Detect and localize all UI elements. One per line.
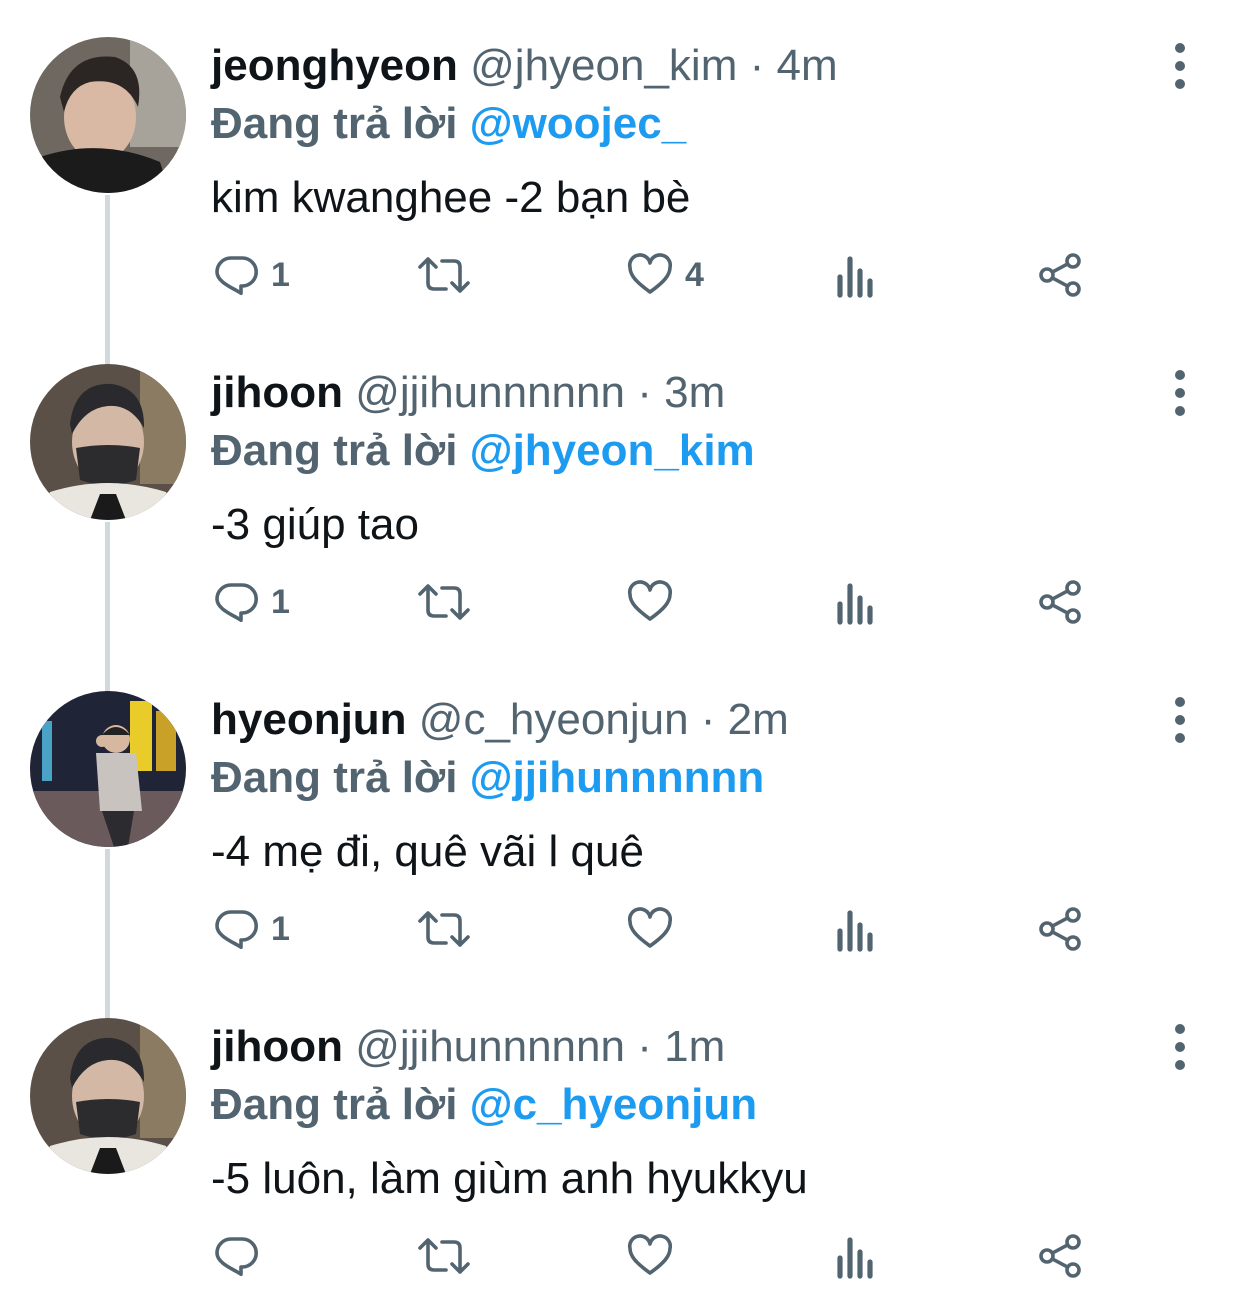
replying-to-label: Đang trả lời (211, 753, 458, 802)
tweet-actions: 1 4 (0, 235, 1242, 315)
views-icon (837, 910, 873, 952)
user-handle[interactable]: @jjihunnnnnn (355, 368, 625, 417)
replying-to: Đang trả lời @jhyeon_kim (211, 421, 755, 481)
retweet-button[interactable] (416, 235, 482, 315)
tweet-text: -3 giúp tao (211, 500, 419, 549)
more-vertical-icon[interactable] (1160, 1021, 1200, 1073)
like-button[interactable] (625, 1216, 685, 1296)
share-icon (1039, 907, 1081, 951)
heart-icon (627, 253, 673, 294)
heart-icon (627, 1234, 673, 1275)
avatar[interactable] (30, 1018, 186, 1174)
tweet-header: jihoon @jjihunnnnnn · 1m (211, 1017, 725, 1077)
avatar[interactable] (30, 364, 186, 520)
views-button[interactable] (834, 235, 878, 315)
retweet-icon (418, 257, 470, 293)
separator: · (637, 1022, 652, 1071)
replying-to-label: Đang trả lời (211, 426, 458, 475)
retweet-button[interactable] (416, 889, 482, 969)
share-icon (1039, 1234, 1081, 1278)
user-handle[interactable]: @jhyeon_kim (470, 41, 737, 90)
mention-link[interactable]: @jjihunnnnnn (470, 753, 765, 802)
heart-icon (627, 907, 673, 948)
replying-to: Đang trả lời @c_hyeonjun (211, 1075, 757, 1135)
display-name[interactable]: jihoon (211, 368, 343, 417)
reply-icon (215, 583, 258, 622)
retweet-icon (418, 584, 470, 620)
tweet-text: -4 mẹ đi, quê vãi l quê (211, 827, 644, 876)
user-handle[interactable]: @jjihunnnnnn (355, 1022, 625, 1071)
timestamp[interactable]: 3m (664, 368, 725, 417)
retweet-button[interactable] (416, 1216, 482, 1296)
timestamp[interactable]: 4m (777, 41, 838, 90)
timestamp[interactable]: 2m (728, 695, 789, 744)
tweet[interactable]: jihoon @jjihunnnnnn · 1m Đang trả lời @c… (0, 981, 1242, 1308)
views-icon (837, 1237, 873, 1279)
share-button[interactable] (1037, 562, 1085, 642)
like-button[interactable] (625, 889, 685, 969)
views-icon (837, 583, 873, 625)
more-vertical-icon[interactable] (1160, 694, 1200, 746)
views-button[interactable] (834, 562, 878, 642)
views-button[interactable] (834, 1216, 878, 1296)
retweet-icon (418, 911, 470, 947)
like-button[interactable] (625, 562, 685, 642)
tweet-header: jihoon @jjihunnnnnn · 3m (211, 363, 725, 423)
share-icon (1039, 580, 1081, 624)
retweet-icon (418, 1238, 470, 1274)
user-handle[interactable]: @c_hyeonjun (419, 695, 689, 744)
reply-button[interactable]: 1 (213, 235, 290, 315)
views-button[interactable] (834, 889, 878, 969)
avatar[interactable] (30, 691, 186, 847)
like-button[interactable]: 4 (625, 235, 704, 315)
share-button[interactable] (1037, 889, 1085, 969)
reply-count: 1 (271, 909, 290, 948)
separator: · (700, 695, 716, 744)
reply-button[interactable]: 1 (213, 889, 290, 969)
mention-link[interactable]: @woojec_ (470, 99, 687, 148)
reply-icon (215, 910, 258, 949)
like-count: 4 (685, 255, 704, 294)
tweet-actions: 1 (0, 889, 1242, 969)
replying-to-label: Đang trả lời (211, 1080, 458, 1129)
reply-count: 1 (271, 255, 290, 294)
reply-count: 1 (271, 582, 290, 621)
avatar[interactable] (30, 37, 186, 193)
replying-to: Đang trả lời @jjihunnnnnn (211, 748, 764, 808)
retweet-button[interactable] (416, 562, 482, 642)
tweet-text: kim kwanghee -2 bạn bè (211, 173, 691, 222)
separator: · (749, 41, 765, 90)
display-name[interactable]: jeonghyeon (211, 41, 458, 90)
tweet-header: jeonghyeon @jhyeon_kim · 4m (211, 36, 838, 96)
views-icon (837, 256, 873, 298)
replying-to: Đang trả lời @woojec_ (211, 94, 686, 154)
more-vertical-icon[interactable] (1160, 367, 1200, 419)
tweet-actions: 1 (0, 562, 1242, 642)
separator: · (637, 368, 652, 417)
reply-button[interactable] (213, 1216, 271, 1296)
reply-button[interactable]: 1 (213, 562, 290, 642)
share-button[interactable] (1037, 1216, 1085, 1296)
mention-link[interactable]: @jhyeon_kim (470, 426, 755, 475)
tweet-text: -5 luôn, làm giùm anh hyukkyu (211, 1154, 808, 1203)
tweet-header: hyeonjun @c_hyeonjun · 2m (211, 690, 789, 750)
reply-icon (215, 256, 258, 295)
heart-icon (627, 580, 673, 621)
share-icon (1039, 253, 1081, 297)
tweet[interactable]: jihoon @jjihunnnnnn · 3m Đang trả lời @j… (0, 327, 1242, 654)
display-name[interactable]: jihoon (211, 1022, 343, 1071)
reply-icon (215, 1237, 258, 1276)
tweet-actions (0, 1216, 1242, 1296)
display-name[interactable]: hyeonjun (211, 695, 407, 744)
mention-link[interactable]: @c_hyeonjun (470, 1080, 757, 1129)
tweet[interactable]: jeonghyeon @jhyeon_kim · 4m Đang trả lời… (0, 0, 1242, 327)
share-button[interactable] (1037, 235, 1085, 315)
replying-to-label: Đang trả lời (211, 99, 458, 148)
tweet[interactable]: hyeonjun @c_hyeonjun · 2m Đang trả lời @… (0, 654, 1242, 981)
more-vertical-icon[interactable] (1160, 40, 1200, 92)
timestamp[interactable]: 1m (664, 1022, 725, 1071)
